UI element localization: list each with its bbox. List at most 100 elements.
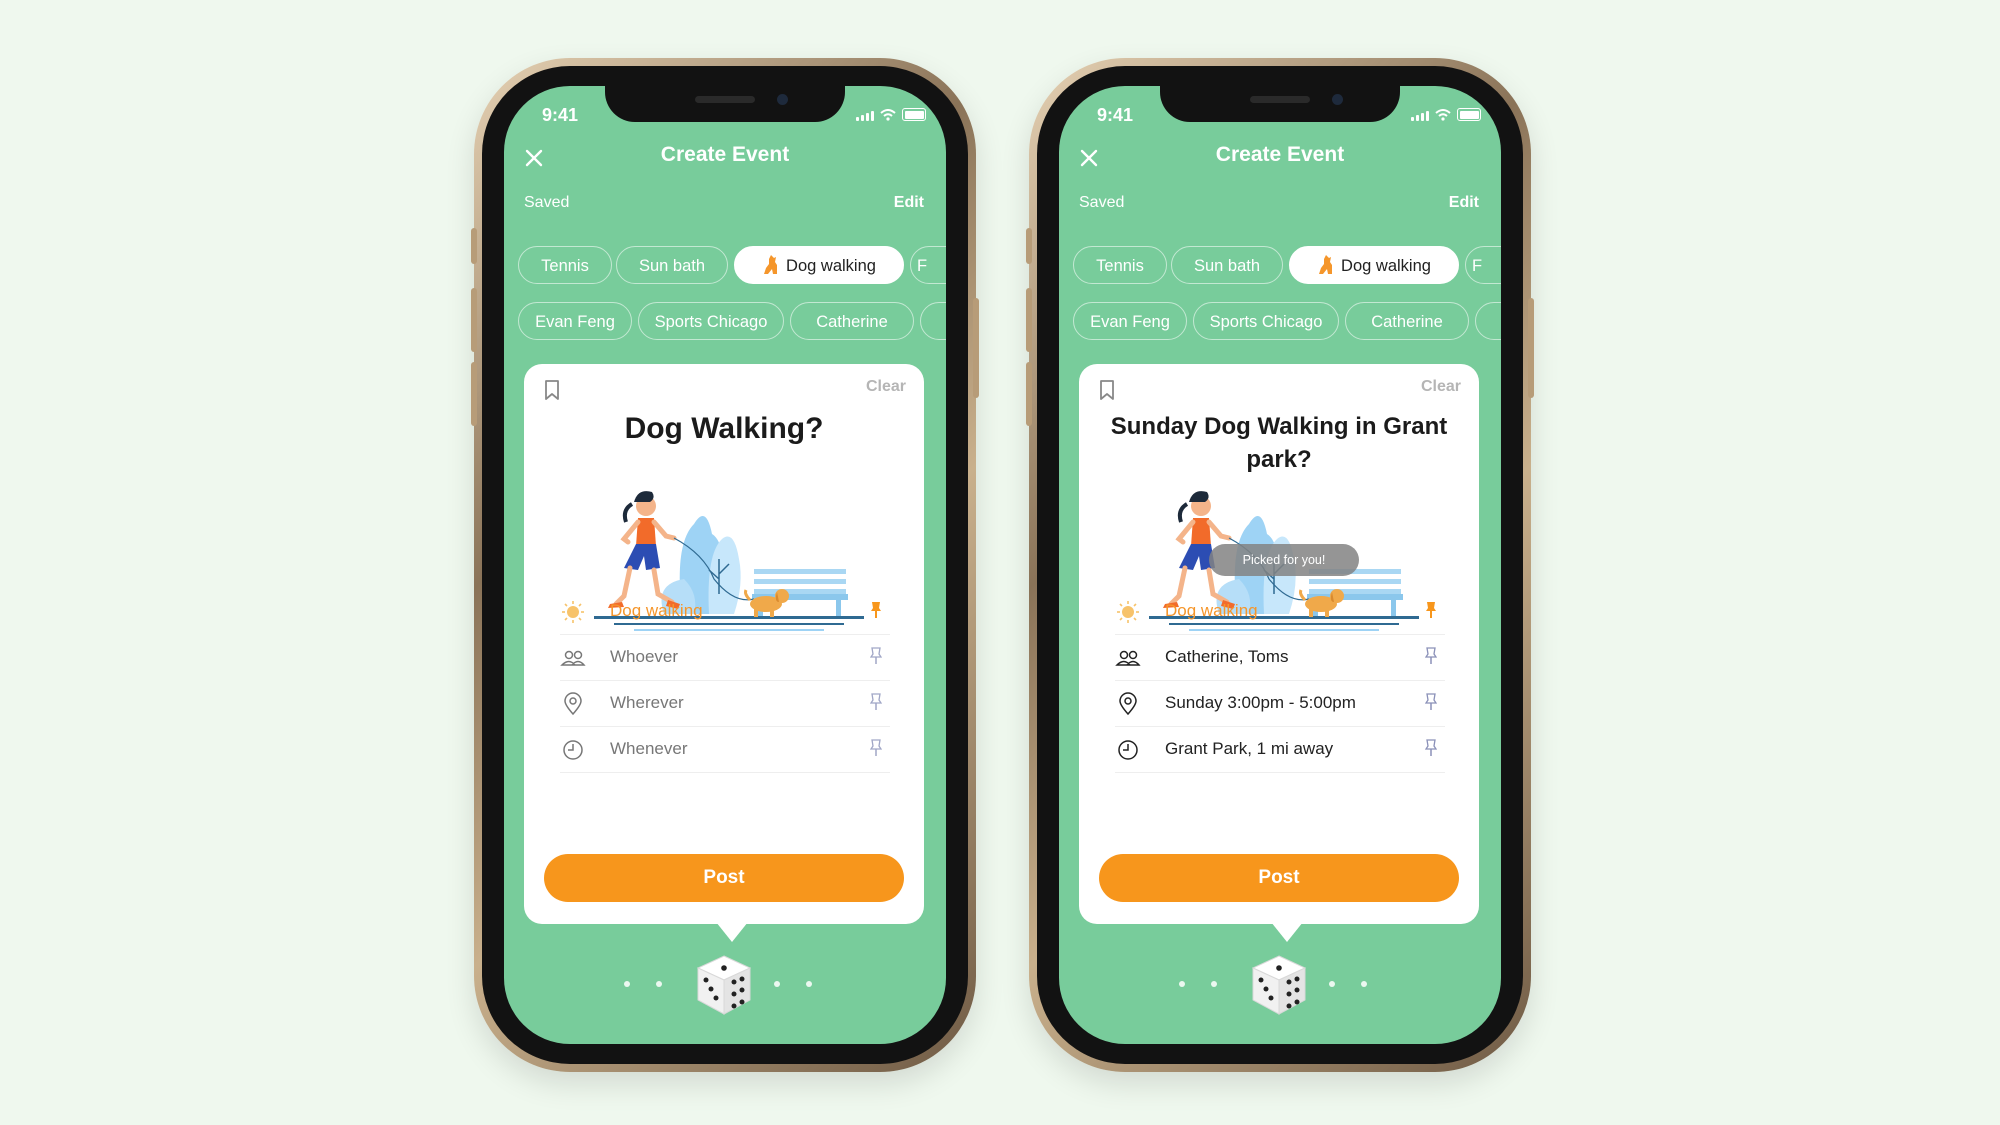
chip-catherine[interactable]: Catherine — [790, 302, 914, 340]
chip-sun-bath[interactable]: Sun bath — [616, 246, 728, 284]
dice-icon[interactable] — [690, 952, 758, 1020]
power-button — [973, 298, 979, 398]
post-button[interactable]: Post — [1099, 854, 1459, 902]
pin-icon[interactable] — [1425, 693, 1437, 711]
pager-dot — [806, 981, 812, 987]
edit-button[interactable]: Edit — [1449, 194, 1479, 212]
activity-label: Dog walking — [1165, 601, 1258, 620]
card-title: Dog Walking? — [624, 412, 824, 445]
chip-label: Sun bath — [638, 257, 706, 275]
chip-dog-walking[interactable]: Dog walking — [734, 246, 904, 284]
signal-icon — [1411, 111, 1429, 121]
chip-evan-feng[interactable]: Evan Feng — [518, 302, 632, 340]
chip-label: Evan Feng — [1090, 313, 1170, 331]
chip-partial[interactable]: F — [910, 246, 946, 284]
status-icons — [1411, 108, 1481, 121]
chip-label: Catherine — [1371, 313, 1443, 331]
notch — [605, 86, 845, 122]
chip-label: Dog walking — [786, 257, 876, 275]
pager-dot — [1211, 981, 1217, 987]
chip-dog-walking[interactable]: Dog walking — [1289, 246, 1459, 284]
chip-sun-bath[interactable]: Sun bath — [1171, 246, 1283, 284]
status-time: 9:41 — [542, 105, 579, 125]
battery-icon — [902, 108, 926, 121]
event-card: Clear Dog Walking? Dog walking Whoever W… — [524, 364, 924, 942]
chip-sports-chicago[interactable]: Sports Chicago — [638, 302, 784, 340]
signal-icon — [856, 111, 874, 121]
page-title: Create Event — [660, 143, 790, 166]
chip-partial[interactable] — [1475, 302, 1501, 340]
wifi-icon — [880, 109, 896, 121]
saved-chips-row-1: Tennis Sun bath Dog walking F — [1073, 246, 1501, 286]
chip-partial[interactable]: F — [1465, 246, 1501, 284]
when-row[interactable]: Whenever — [560, 726, 890, 773]
who-label: Catherine, Toms — [1165, 647, 1289, 666]
dog-icon — [764, 254, 778, 274]
chip-sports-chicago[interactable]: Sports Chicago — [1193, 302, 1339, 340]
status-time: 9:41 — [1097, 105, 1134, 125]
where-row[interactable]: Wherever — [560, 680, 890, 727]
wifi-icon — [1435, 109, 1451, 121]
clear-button[interactable]: Clear — [1421, 378, 1461, 396]
people-icon — [560, 650, 586, 666]
pin-icon[interactable] — [1425, 647, 1437, 665]
where-label: Sunday 3:00pm - 5:00pm — [1165, 693, 1356, 712]
chip-label: F — [1472, 257, 1483, 275]
screen: 9:41 Create Event Saved Edit Tennis Sun … — [504, 86, 946, 1044]
people-icon — [1115, 650, 1141, 666]
bookmark-icon[interactable] — [1099, 380, 1115, 400]
chip-label: F — [917, 257, 928, 275]
post-button[interactable]: Post — [544, 854, 904, 902]
where-row[interactable]: Sunday 3:00pm - 5:00pm — [1115, 680, 1445, 727]
card-title: Sunday Dog Walking in Grant park? — [1110, 413, 1448, 473]
who-row[interactable]: Catherine, Toms — [1115, 634, 1445, 681]
chip-label: Tennis — [1096, 257, 1144, 275]
chip-tennis[interactable]: Tennis — [518, 246, 612, 284]
chip-label: Dog walking — [1341, 257, 1431, 275]
volume-button — [1026, 228, 1032, 264]
saved-chips-row-2: Evan Feng Sports Chicago Catherine — [1073, 302, 1501, 342]
volume-button — [471, 228, 477, 264]
phone-left: 9:41 Create Event Saved Edit Tennis Sun … — [471, 58, 979, 1072]
sun-icon — [562, 601, 584, 623]
dice-icon[interactable] — [1245, 952, 1313, 1020]
volume-button — [471, 362, 477, 426]
chip-evan-feng[interactable]: Evan Feng — [1073, 302, 1187, 340]
sun-icon — [1117, 601, 1139, 623]
chip-catherine[interactable]: Catherine — [1345, 302, 1469, 340]
bookmark-icon[interactable] — [544, 380, 560, 400]
who-row[interactable]: Whoever — [560, 634, 890, 681]
volume-button — [1026, 362, 1032, 426]
activity-row[interactable]: Dog walking — [1115, 588, 1445, 635]
page-title: Create Event — [1215, 143, 1345, 166]
pin-icon[interactable] — [1425, 739, 1437, 757]
pin-icon[interactable] — [870, 693, 882, 711]
screen: 9:41 Create Event Saved Edit Tennis Sun … — [1059, 86, 1501, 1044]
chip-label: Sun bath — [1193, 257, 1261, 275]
pin-icon[interactable] — [870, 739, 882, 757]
chip-partial[interactable] — [920, 302, 946, 340]
chip-label: Sports Chicago — [654, 313, 768, 331]
pin-icon-filled[interactable] — [1425, 601, 1437, 619]
pin-icon-filled[interactable] — [870, 601, 882, 619]
volume-button — [471, 288, 477, 352]
chip-tennis[interactable]: Tennis — [1073, 246, 1167, 284]
chip-label: Catherine — [816, 313, 888, 331]
clear-button[interactable]: Clear — [866, 378, 906, 396]
power-button — [1528, 298, 1534, 398]
notch — [1160, 86, 1400, 122]
pin-icon[interactable] — [870, 647, 882, 665]
location-pin-icon — [1119, 692, 1137, 716]
when-row[interactable]: Grant Park, 1 mi away — [1115, 726, 1445, 773]
card-pointer — [716, 922, 748, 942]
chip-label: Tennis — [541, 257, 589, 275]
phone-right: 9:41 Create Event Saved Edit Tennis Sun … — [1026, 58, 1534, 1072]
pager-dot — [656, 981, 662, 987]
dog-icon — [1319, 254, 1333, 274]
saved-chips-row-2: Evan Feng Sports Chicago Catherine — [518, 302, 946, 342]
edit-button[interactable]: Edit — [894, 194, 924, 212]
location-pin-icon — [564, 692, 582, 716]
activity-row[interactable]: Dog walking — [560, 588, 890, 635]
pager-dot — [624, 981, 630, 987]
pager-dot — [774, 981, 780, 987]
